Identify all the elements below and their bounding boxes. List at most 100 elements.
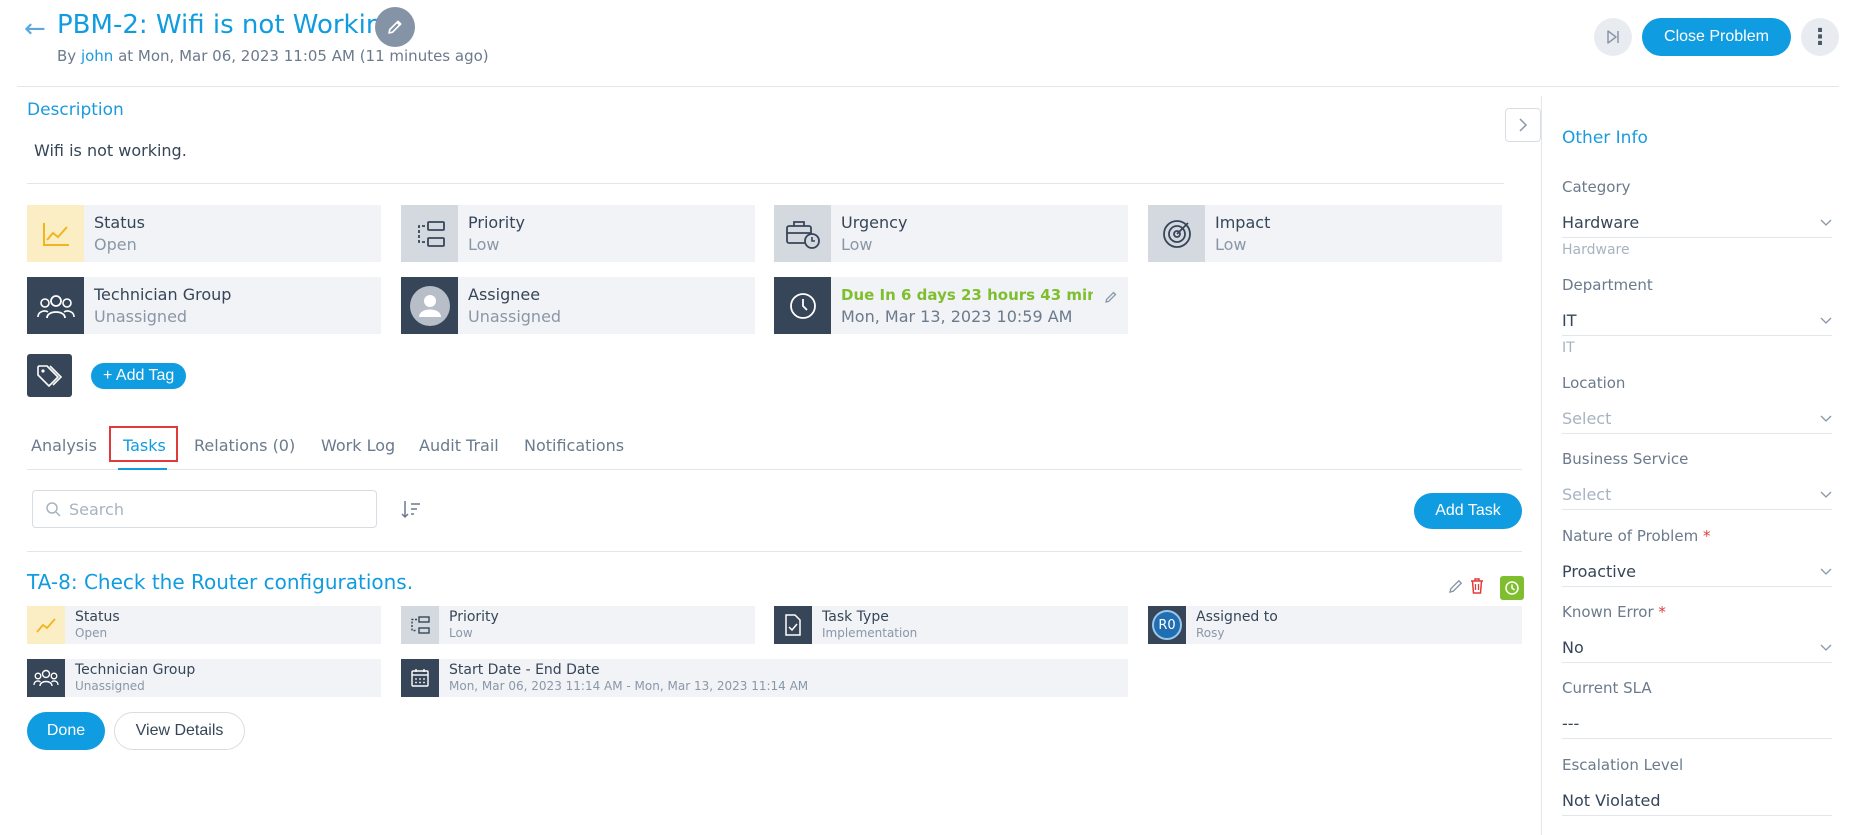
done-button[interactable]: Done bbox=[27, 712, 105, 750]
task-status-value: Open bbox=[75, 626, 108, 640]
task-assigned-label: Assigned to bbox=[1196, 609, 1278, 625]
impact-card[interactable]: Impact Low bbox=[1148, 205, 1502, 262]
target-impact-icon bbox=[1148, 205, 1205, 262]
department-label: Department bbox=[1562, 276, 1653, 294]
business-service-label: Business Service bbox=[1562, 450, 1689, 468]
created-date: at Mon, Mar 06, 2023 11:05 AM (11 minute… bbox=[118, 47, 489, 65]
task-dates-card[interactable]: Start Date - End Date Mon, Mar 06, 2023 … bbox=[401, 659, 1128, 697]
category-field: Category Hardware Hardware bbox=[1562, 178, 1832, 258]
trend-chart-icon bbox=[27, 205, 84, 262]
back-arrow-icon[interactable]: ← bbox=[24, 14, 46, 44]
document-check-icon bbox=[774, 606, 812, 644]
assignee-avatar bbox=[401, 277, 458, 334]
technician-group-label: Technician Group bbox=[94, 285, 232, 304]
department-select[interactable]: IT bbox=[1562, 306, 1832, 336]
tab-audit-trail[interactable]: Audit Trail bbox=[419, 436, 499, 455]
due-in-label: Due In 6 days 23 hours 43 minu... bbox=[841, 285, 1093, 304]
task-type-card[interactable]: Task Type Implementation bbox=[774, 606, 1128, 644]
technician-group-card[interactable]: Technician Group Unassigned bbox=[27, 277, 381, 334]
impact-value: Low bbox=[1215, 235, 1247, 254]
edit-due-icon[interactable] bbox=[1104, 289, 1118, 308]
toggle-sidebar-button[interactable] bbox=[1505, 108, 1541, 142]
nature-select[interactable]: Proactive bbox=[1562, 557, 1832, 587]
author-link[interactable]: john bbox=[81, 47, 113, 65]
edit-title-button[interactable] bbox=[375, 7, 415, 47]
next-problem-button[interactable] bbox=[1594, 18, 1632, 56]
task-status-card[interactable]: Status Open bbox=[27, 606, 381, 644]
tab-relations[interactable]: Relations (0) bbox=[194, 436, 295, 455]
by-prefix: By bbox=[57, 47, 77, 65]
status-card[interactable]: Status Open bbox=[27, 205, 381, 262]
urgency-card[interactable]: Urgency Low bbox=[774, 205, 1128, 262]
search-input[interactable] bbox=[69, 499, 369, 519]
nature-label: Nature of Problem * bbox=[1562, 527, 1832, 545]
add-tag-button[interactable]: + Add Tag bbox=[91, 363, 187, 389]
tab-analysis[interactable]: Analysis bbox=[31, 436, 97, 455]
add-task-button[interactable]: Add Task bbox=[1414, 493, 1522, 529]
chevron-right-icon bbox=[1519, 118, 1528, 132]
required-asterisk: * bbox=[1658, 603, 1666, 621]
category-select[interactable]: Hardware bbox=[1562, 208, 1832, 238]
chevron-down-icon bbox=[1820, 415, 1832, 422]
assignee-label: Assignee bbox=[468, 285, 541, 304]
known-error-label-text: Known Error bbox=[1562, 603, 1654, 621]
nature-of-problem-field: Nature of Problem * Proactive bbox=[1562, 527, 1832, 587]
department-value: IT bbox=[1562, 311, 1577, 330]
due-date-card[interactable]: Due In 6 days 23 hours 43 minu... Mon, M… bbox=[774, 277, 1128, 334]
category-value: Hardware bbox=[1562, 213, 1640, 232]
business-service-select[interactable]: Select bbox=[1562, 480, 1832, 510]
task-priority-card[interactable]: Priority Low bbox=[401, 606, 755, 644]
task-dates-label: Start Date - End Date bbox=[449, 662, 600, 678]
delete-task-icon[interactable] bbox=[1470, 578, 1484, 598]
location-value: Select bbox=[1562, 409, 1612, 428]
chevron-down-icon bbox=[1820, 491, 1832, 498]
chevron-down-icon bbox=[1820, 317, 1832, 324]
current-sla-label: Current SLA bbox=[1562, 679, 1652, 697]
assignee-card[interactable]: Assignee Unassigned bbox=[401, 277, 755, 334]
priority-label: Priority bbox=[468, 213, 525, 232]
required-asterisk: * bbox=[1702, 527, 1711, 545]
task-actions bbox=[1448, 576, 1524, 600]
task-assigned-card[interactable]: R0 Assigned to Rosy bbox=[1148, 606, 1522, 644]
known-error-label: Known Error * bbox=[1562, 603, 1832, 621]
assigned-avatar-wrapper: R0 bbox=[1148, 606, 1186, 644]
location-select[interactable]: Select bbox=[1562, 404, 1832, 434]
other-info-heading: Other Info bbox=[1562, 128, 1648, 148]
known-error-select[interactable]: No bbox=[1562, 633, 1832, 663]
view-details-button[interactable]: View Details bbox=[114, 712, 245, 750]
description-text: Wifi is not working. bbox=[34, 141, 187, 160]
status-label: Status bbox=[94, 213, 145, 232]
department-sub: IT bbox=[1562, 340, 1575, 356]
chevron-down-icon bbox=[1820, 644, 1832, 651]
task-status-label: Status bbox=[75, 609, 120, 625]
more-options-button[interactable]: ⋮ bbox=[1801, 18, 1839, 56]
task-timer-button[interactable] bbox=[1500, 576, 1524, 600]
known-error-value: No bbox=[1562, 638, 1584, 657]
sort-icon[interactable] bbox=[400, 498, 422, 524]
task-technician-group-card[interactable]: Technician Group Unassigned bbox=[27, 659, 381, 697]
tab-work-log[interactable]: Work Log bbox=[321, 436, 395, 455]
edit-task-icon[interactable] bbox=[1448, 578, 1464, 598]
task-dates-value: Mon, Mar 06, 2023 11:14 AM - Mon, Mar 13… bbox=[449, 679, 809, 693]
known-error-field: Known Error * No bbox=[1562, 603, 1832, 663]
chevron-down-icon bbox=[1820, 568, 1832, 575]
tab-notifications[interactable]: Notifications bbox=[524, 436, 624, 455]
business-service-value: Select bbox=[1562, 485, 1612, 504]
task-title-link[interactable]: TA-8: Check the Router configurations. bbox=[27, 570, 413, 594]
urgency-value: Low bbox=[841, 235, 873, 254]
current-sla-field: Current SLA --- bbox=[1562, 679, 1832, 739]
task-assigned-value: Rosy bbox=[1196, 626, 1225, 640]
calendar-icon bbox=[401, 659, 439, 697]
pencil-icon bbox=[388, 20, 402, 34]
clock-icon bbox=[774, 277, 831, 334]
priority-card[interactable]: Priority Low bbox=[401, 205, 755, 262]
briefcase-clock-icon bbox=[774, 205, 831, 262]
page-header: ← PBM-2: Wifi is not Working By john at … bbox=[0, 0, 1857, 86]
business-service-field: Business Service Select bbox=[1562, 450, 1832, 510]
tab-bar: Analysis Tasks Relations (0) Work Log Au… bbox=[27, 426, 1522, 470]
tab-highlight-box bbox=[109, 426, 178, 462]
active-tab-underline bbox=[118, 468, 167, 470]
priority-flow-icon bbox=[401, 205, 458, 262]
timer-clock-icon bbox=[1505, 581, 1519, 595]
close-problem-button[interactable]: Close Problem bbox=[1642, 18, 1791, 56]
